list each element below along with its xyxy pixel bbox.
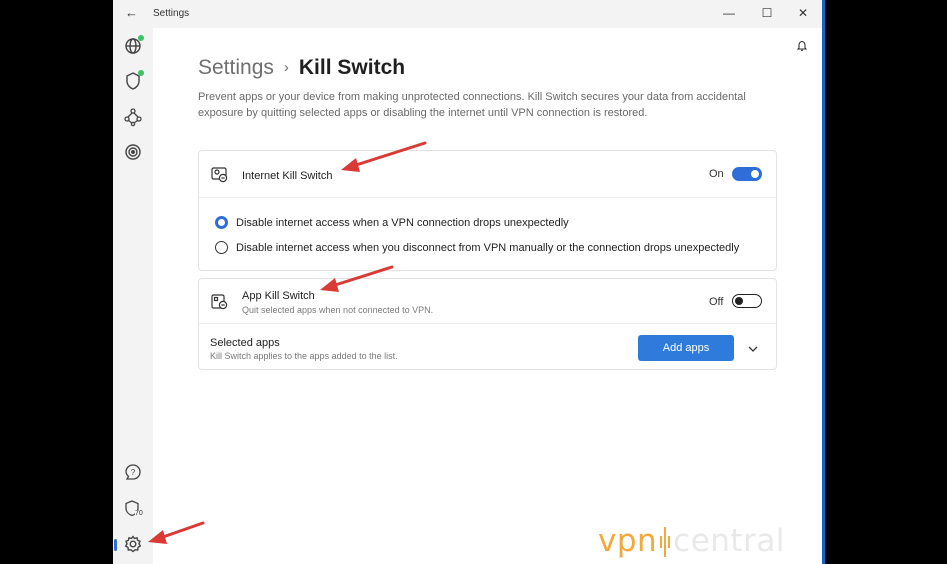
watermark-logo-icon <box>660 527 671 557</box>
breadcrumb-parent[interactable]: Settings <box>198 56 274 79</box>
shield-score-icon[interactable]: 70 <box>123 499 143 519</box>
shield-score-value: 70 <box>135 510 143 517</box>
option-drop-unexpectedly-radio[interactable] <box>215 216 228 229</box>
breadcrumb: Settings › Kill Switch <box>198 56 405 80</box>
app-kill-switch-state: Off <box>709 296 724 308</box>
watermark-part-2: central <box>673 523 785 559</box>
add-apps-button[interactable]: Add apps <box>638 335 734 361</box>
selected-apps-title: Selected apps <box>210 337 280 349</box>
app-window: ← Settings — ☐ ✕ ? 70 Settings › Kill Sw… <box>113 0 822 564</box>
breadcrumb-separator: › <box>283 59 289 76</box>
title-bar: ← Settings — ☐ ✕ <box>113 0 822 28</box>
globe-icon[interactable] <box>123 35 144 56</box>
help-icon[interactable]: ? <box>123 462 143 482</box>
mesh-network-icon[interactable] <box>123 107 143 127</box>
page-description: Prevent apps or your device from making … <box>198 91 746 119</box>
maximize-button[interactable]: ☐ <box>759 5 775 21</box>
option-disconnect-manually-radio[interactable] <box>215 241 228 254</box>
page-title: Kill Switch <box>298 56 406 79</box>
sidebar: ? 70 <box>113 28 153 564</box>
globe-lock-icon <box>211 167 229 183</box>
connected-badge <box>138 70 144 76</box>
internet-kill-switch-title: Internet Kill Switch <box>242 170 333 182</box>
option-drop-unexpectedly-label[interactable]: Disable internet access when a VPN conne… <box>236 217 569 229</box>
active-nav-indicator <box>114 539 117 551</box>
gear-icon[interactable] <box>123 534 143 554</box>
close-button[interactable]: ✕ <box>795 5 811 21</box>
back-arrow-icon[interactable]: ← <box>125 5 138 20</box>
internet-kill-switch-toggle[interactable] <box>732 167 762 181</box>
app-kill-switch-card: App Kill Switch Quit selected apps when … <box>198 278 777 370</box>
window-edge <box>822 0 825 564</box>
selected-apps-subtitle: Kill Switch applies to the apps added to… <box>210 351 398 361</box>
minimize-button[interactable]: — <box>721 5 737 21</box>
app-kill-switch-subtitle: Quit selected apps when not connected to… <box>242 305 434 315</box>
window-title: Settings <box>153 8 190 19</box>
vpncentral-watermark: vpn central <box>598 521 785 559</box>
internet-kill-switch-state: On <box>709 168 724 180</box>
connected-badge <box>138 35 144 41</box>
internet-kill-switch-card: Internet Kill Switch On Disable internet… <box>198 150 777 271</box>
target-icon[interactable] <box>123 142 143 162</box>
app-lock-icon <box>211 294 229 310</box>
bell-icon[interactable] <box>796 40 808 54</box>
option-disconnect-manually-label[interactable]: Disable internet access when you disconn… <box>236 242 739 254</box>
shield-icon[interactable] <box>123 70 144 91</box>
svg-text:?: ? <box>131 468 136 477</box>
watermark-part-1: vpn <box>598 523 658 559</box>
app-kill-switch-toggle[interactable] <box>732 294 762 308</box>
app-kill-switch-title: App Kill Switch <box>242 290 315 302</box>
chevron-down-icon[interactable] <box>747 342 759 354</box>
